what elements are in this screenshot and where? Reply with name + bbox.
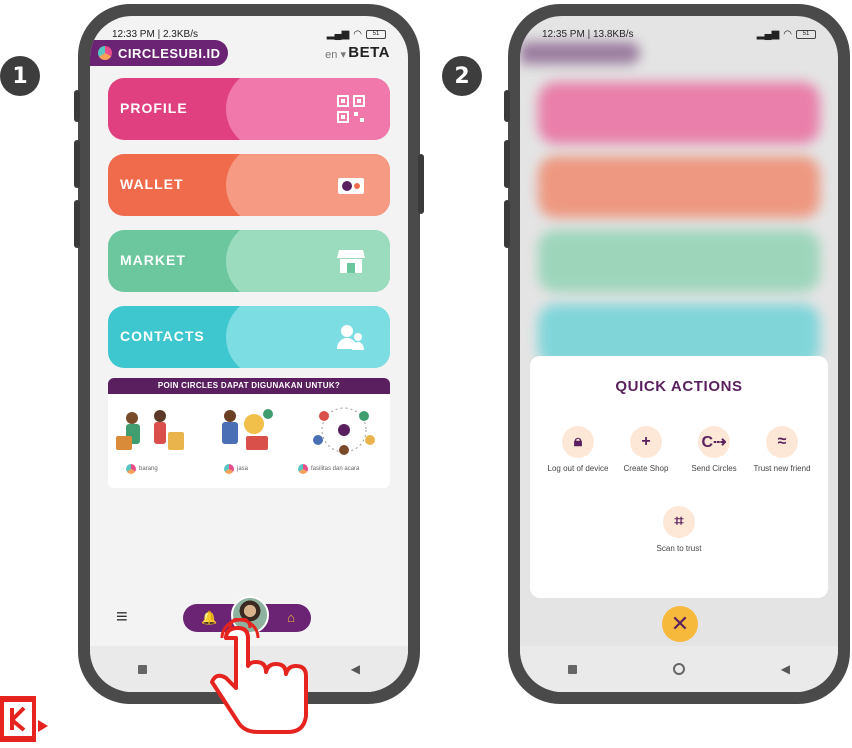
caption-services: jasa [224,464,248,474]
profile-label: PROFILE [120,100,188,116]
hamburger-menu-button[interactable]: ≡ [116,606,128,629]
quick-actions-title: QUICK ACTIONS [615,378,743,395]
wallet-label: WALLET [120,176,184,192]
trust-friend-label: Trust new friend [753,464,811,473]
send-circles-label: Send Circles [691,464,737,473]
beta-label: BETA [348,44,390,61]
home-nav-button[interactable] [672,663,685,675]
shop-icon [337,250,365,273]
profile-card[interactable]: PROFILE [108,78,390,140]
goods-illustration [116,410,184,450]
quick-actions-sheet: QUICK ACTIONS 🔒︎ Log out of device + Cre… [530,356,828,598]
circles-logo-icon [98,46,112,60]
tap-hand-icon [210,618,308,734]
lock-icon: 🔒︎ [562,426,594,458]
scan-qr-icon: ⌗ [663,506,695,538]
android-nav-bar: ◀ [520,646,838,692]
phone-screen-2: 12:35 PM | 13.8KB/s ▂▄▆ ◠ 51 QUICK ACTIONS… [504,4,850,704]
wifi-icon: ◠ [783,28,792,40]
blurred-market-card [538,230,820,292]
facilities-illustration [313,407,375,455]
market-card[interactable]: MARKET [108,230,390,292]
plus-icon: + [630,426,662,458]
language-select[interactable]: en ▾ [325,48,346,61]
back-button[interactable]: ◀ [351,662,360,676]
caption-facilities: fasilitas dan acara [298,464,359,474]
market-label: MARKET [120,252,186,268]
contacts-label: CONTACTS [120,328,205,344]
status-bar: 12:35 PM | 13.8KB/s ▂▄▆ ◠ 51 [542,26,816,42]
step-2-badge: 2 [442,56,482,96]
trust-friend-action[interactable]: ≈ Trust new friend [746,426,818,474]
scan-trust-label: Scan to trust [656,544,702,553]
create-shop-action[interactable]: + Create Shop [610,426,682,474]
qr-code-icon [337,95,365,123]
battery-icon: 51 [366,29,386,39]
contacts-card[interactable]: CONTACTS [108,306,390,368]
recent-apps-button[interactable] [137,664,147,674]
close-quick-actions-button[interactable]: ✕ [662,606,698,642]
logout-action[interactable]: 🔒︎ Log out of device [542,426,614,474]
app-logo: CIRCLESUBI.ID [90,40,228,66]
logout-label: Log out of device [547,464,609,473]
battery-icon: 51 [796,29,816,39]
wallet-card[interactable]: WALLET [108,154,390,216]
signal-icon: ▂▄▆ [326,28,350,40]
recent-apps-button[interactable] [567,664,577,674]
circles-coin-icon [338,178,364,194]
trust-icon: ≈ [766,426,798,458]
step-1-badge: 1 [0,56,40,96]
wifi-icon: ◠ [353,28,362,40]
points-usage-banner: POIN CIRCLES DAPAT DIGUNAKAN UNTUK? bara… [108,378,390,488]
send-circles-action[interactable]: C⇢ Send Circles [678,426,750,474]
services-illustration [222,409,273,450]
create-shop-label: Create Shop [623,464,669,473]
send-coin-icon: C⇢ [698,426,730,458]
caption-goods: barang [126,464,158,474]
phone-screen-1: 12:33 PM | 2.3KB/s ▂▄▆ ◠ 51 CIRCLESUBI.ID … [74,4,424,704]
status-time: 12:35 PM | 13.8KB/s [542,28,634,40]
status-time: 12:33 PM | 2.3KB/s [112,28,198,40]
signal-icon: ▂▄▆ [756,28,780,40]
blurred-profile-card [538,82,820,144]
blurred-logo [520,42,640,64]
app-name: CIRCLESUBI.ID [118,45,221,61]
banner-title: POIN CIRCLES DAPAT DIGUNAKAN UNTUK? [108,378,390,394]
blurred-wallet-card [538,156,820,218]
brand-logo-icon [0,696,48,742]
back-button[interactable]: ◀ [781,662,790,676]
scan-trust-action[interactable]: ⌗ Scan to trust [643,506,715,554]
people-icon [337,325,364,350]
